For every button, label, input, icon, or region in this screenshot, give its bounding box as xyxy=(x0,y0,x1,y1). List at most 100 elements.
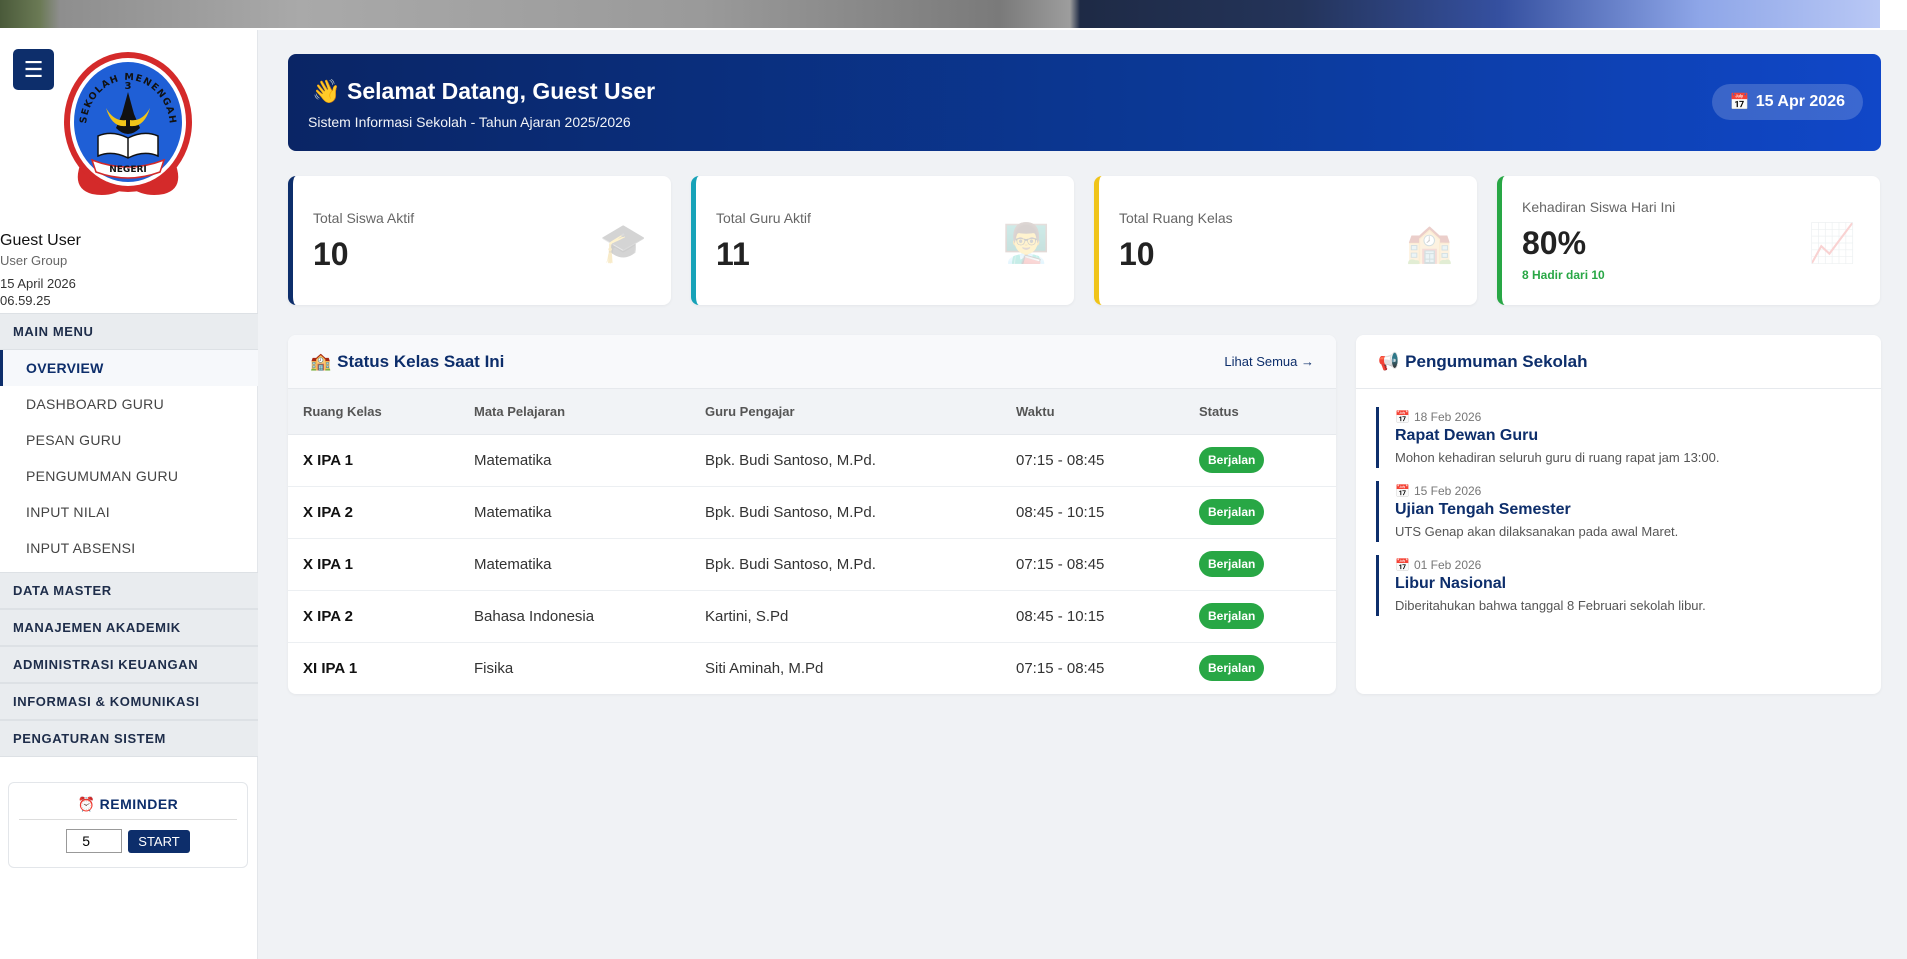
reminder-minutes-input[interactable] xyxy=(66,829,123,853)
column-header: Guru Pengajar xyxy=(690,389,1001,435)
announcement-date: 📅 01 Feb 2026 xyxy=(1395,558,1861,572)
sidebar-item-input-absensi[interactable]: INPUT ABSENSI xyxy=(0,530,258,566)
cell-status: Berjalan xyxy=(1184,486,1336,539)
announcement-date-text: 18 Feb 2026 xyxy=(1413,410,1482,424)
table-row: X IPA 1 Matematika Bpk. Budi Santoso, M.… xyxy=(288,538,1336,591)
status-kelas-header: 🏫 Status Kelas Saat Ini Lihat Semua → xyxy=(288,335,1336,389)
table-row: XI IPA 1 Fisika Siti Aminah, M.Pd 07:15 … xyxy=(288,642,1336,694)
waving-hand-icon: 👋 xyxy=(312,78,341,104)
table-row: X IPA 1 Matematika Bpk. Budi Santoso, M.… xyxy=(288,434,1336,487)
column-header: Waktu xyxy=(1001,389,1184,435)
stat-value: 11 xyxy=(716,236,750,272)
school-icon: 🏫 xyxy=(310,351,332,371)
user-info: Guest User User Group 15 April 2026 06.5… xyxy=(0,231,258,309)
user-time: 06.59.25 xyxy=(0,293,51,308)
cell-ruang: X IPA 2 xyxy=(288,486,459,539)
list-item[interactable]: 📅 18 Feb 2026 Rapat Dewan Guru Mohon keha… xyxy=(1376,407,1861,468)
cell-ruang: X IPA 1 xyxy=(288,434,459,487)
sidebar-item-dashboard-guru[interactable]: DASHBOARD GURU xyxy=(0,386,258,422)
cell-status: Berjalan xyxy=(1184,590,1336,643)
cell-guru: Bpk. Budi Santoso, M.Pd. xyxy=(690,486,1001,539)
calendar-icon: 📅 xyxy=(1395,558,1410,572)
status-badge: Berjalan xyxy=(1199,447,1265,473)
logo-number: 3 xyxy=(125,81,132,92)
reminder-title: ⏰ REMINDER xyxy=(9,783,247,813)
cell-status: Berjalan xyxy=(1184,434,1336,487)
status-badge: Berjalan xyxy=(1199,603,1265,629)
menu-section-administrasi-keuangan[interactable]: ADMINISTRASI KEUANGAN xyxy=(0,646,258,683)
cell-waktu: 07:15 - 08:45 xyxy=(1001,434,1184,487)
stat-value: 10 xyxy=(1119,236,1155,272)
megaphone-icon: 📢 xyxy=(1378,351,1400,371)
sidebar-item-overview[interactable]: OVERVIEW xyxy=(0,350,258,386)
main-menu-items: OVERVIEW DASHBOARD GURU PESAN GURU PENGU… xyxy=(0,350,258,572)
cell-guru: Bpk. Budi Santoso, M.Pd. xyxy=(690,434,1001,487)
stat-value: 10 xyxy=(313,236,349,272)
panel-title-text: Pengumuman Sekolah xyxy=(1405,351,1588,371)
user-date: 15 April 2026 xyxy=(0,276,76,291)
announcement-date-text: 01 Feb 2026 xyxy=(1413,558,1482,572)
lihat-semua-link[interactable]: Lihat Semua → xyxy=(1224,354,1314,369)
cell-mapel: Matematika xyxy=(459,486,690,539)
school-icon: 🏫 xyxy=(1405,223,1453,265)
announcement-desc: UTS Genap akan dilaksanakan pada awal Ma… xyxy=(1395,524,1679,539)
menu-section-pengaturan-sistem[interactable]: PENGATURAN SISTEM xyxy=(0,720,258,757)
calendar-icon: 📅 xyxy=(1395,410,1410,424)
table-row: X IPA 2 Bahasa Indonesia Kartini, S.Pd 0… xyxy=(288,590,1336,643)
stat-value: 80% xyxy=(1522,225,1587,261)
menu-section-data-master[interactable]: DATA MASTER xyxy=(0,572,258,609)
announcement-date: 📅 15 Feb 2026 xyxy=(1395,484,1861,498)
panel-title: 🏫 Status Kelas Saat Ini xyxy=(310,352,504,372)
list-item[interactable]: 📅 15 Feb 2026 Ujian Tengah Semester UTS G… xyxy=(1376,481,1861,542)
sidebar-item-input-nilai[interactable]: INPUT NILAI xyxy=(0,494,258,530)
sidebar-item-pesan-guru[interactable]: PESAN GURU xyxy=(0,422,258,458)
announcement-date: 📅 18 Feb 2026 xyxy=(1395,410,1861,424)
announcement-title: Libur Nasional xyxy=(1395,575,1507,592)
cell-guru: Bpk. Budi Santoso, M.Pd. xyxy=(690,538,1001,591)
hamburger-icon: ☰ xyxy=(23,56,44,82)
column-header: Ruang Kelas xyxy=(288,389,459,435)
logo-ribbon-text: NEGERI xyxy=(109,165,147,175)
user-group: User Group xyxy=(0,253,68,268)
teacher-icon: 👨‍🏫 xyxy=(1002,223,1050,265)
menu-section-main[interactable]: MAIN MENU xyxy=(0,313,258,350)
cell-mapel: Matematika xyxy=(459,538,690,591)
menu-section-informasi-komunikasi[interactable]: INFORMASI & KOMUNIKASI xyxy=(0,683,258,720)
cell-mapel: Matematika xyxy=(459,434,690,487)
alarm-clock-icon: ⏰ xyxy=(77,796,96,812)
cell-waktu: 07:15 - 08:45 xyxy=(1001,538,1184,591)
user-name: Guest User xyxy=(0,232,81,249)
announcement-desc: Diberitahukan bahwa tanggal 8 Februari s… xyxy=(1395,598,1706,613)
status-badge: Berjalan xyxy=(1199,499,1265,525)
panel-title-text: Status Kelas Saat Ini xyxy=(337,351,505,371)
menu-toggle-button[interactable]: ☰ xyxy=(13,49,54,90)
announcement-date-text: 15 Feb 2026 xyxy=(1413,484,1482,498)
sidebar-menu: MAIN MENU OVERVIEW DASHBOARD GURU PESAN … xyxy=(0,313,258,757)
cell-guru: Kartini, S.Pd xyxy=(690,590,1001,643)
cell-guru: Siti Aminah, M.Pd xyxy=(705,659,824,677)
calendar-icon: 📅 xyxy=(1729,94,1750,111)
stat-label: Total Ruang Kelas xyxy=(1119,210,1233,226)
welcome-title: 👋 Selamat Datang, Guest User xyxy=(312,78,655,105)
list-item[interactable]: 📅 01 Feb 2026 Libur Nasional Diberitahuka… xyxy=(1376,555,1861,616)
stat-card-ruang-kelas: Total Ruang Kelas 10 🏫 xyxy=(1094,176,1477,305)
welcome-banner: 👋 Selamat Datang, Guest User Sistem Info… xyxy=(288,54,1881,151)
column-header: Status xyxy=(1184,389,1336,435)
top-banner xyxy=(0,0,1907,30)
panel-title: 📢 Pengumuman Sekolah xyxy=(1378,352,1588,372)
date-badge-text: 15 Apr 2026 xyxy=(1755,93,1845,110)
announcement-desc: Mohon kehadiran seluruh guru di ruang ra… xyxy=(1395,450,1720,465)
stat-card-kehadiran: Kehadiran Siswa Hari Ini 80% 8 Hadir dar… xyxy=(1497,176,1880,305)
school-logo: SEKOLAH MENENGAH ATAS 3 NEGERI xyxy=(62,48,192,195)
announcement-title: Rapat Dewan Guru xyxy=(1395,427,1539,444)
announcement-title: Ujian Tengah Semester xyxy=(1395,501,1571,518)
menu-section-manajemen-akademik[interactable]: MANAJEMEN AKADEMIK xyxy=(0,609,258,646)
stat-label: Total Guru Aktif xyxy=(716,210,811,226)
sidebar-item-pengumuman-guru[interactable]: PENGUMUMAN GURU xyxy=(0,458,258,494)
reminder-start-button[interactable]: START xyxy=(128,829,190,853)
calendar-icon: 📅 xyxy=(1395,484,1410,498)
cell-waktu: 07:15 - 08:45 xyxy=(1016,659,1105,677)
reminder-controls: START xyxy=(9,829,247,853)
banner-photo xyxy=(0,0,1880,28)
status-badge: Berjalan xyxy=(1199,655,1265,682)
